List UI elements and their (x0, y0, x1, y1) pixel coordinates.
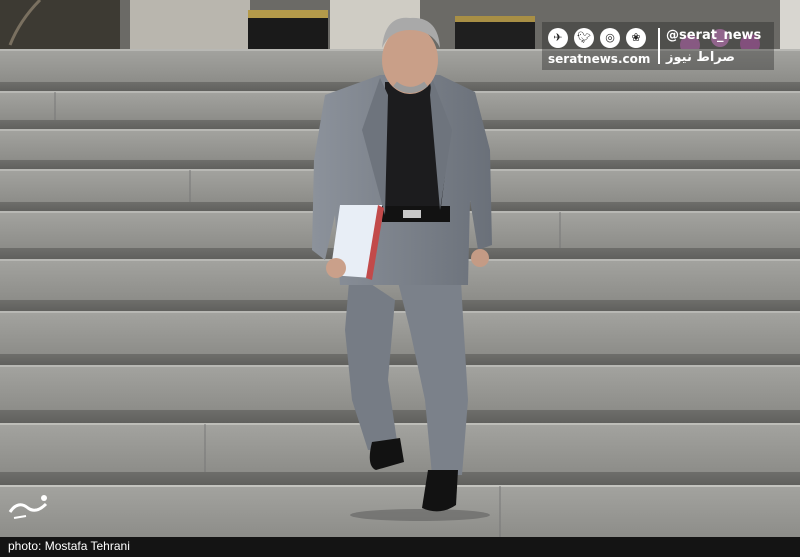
telegram-icon: ✈ (548, 28, 568, 48)
instagram-icon: ◎ (600, 28, 620, 48)
photo-credit: photo: Mostafa Tehrani (8, 539, 130, 553)
background-pillar (130, 0, 250, 52)
news-photo: ✈ 🐦︎ ◎ ❀ @serat_news seratnews.com صراط … (0, 0, 800, 537)
tasnim-logo-icon (8, 495, 48, 519)
background-doorway (0, 0, 120, 50)
watermark-handle: @serat_news (666, 28, 762, 43)
social-icons: ✈ 🐦︎ ◎ ❀ (548, 28, 646, 48)
serat-news-watermark: ✈ 🐦︎ ◎ ❀ @serat_news seratnews.com صراط … (542, 22, 774, 70)
watermark-persian-name: صراط نیوز (666, 50, 735, 65)
watermark-divider (658, 28, 660, 64)
twitter-icon: 🐦︎ (574, 28, 594, 48)
photo-credit-bar: photo: Mostafa Tehrani (0, 537, 800, 557)
watermark-site: seratnews.com (548, 52, 651, 66)
aparat-icon: ❀ (626, 28, 646, 48)
photo-scene (0, 0, 800, 537)
